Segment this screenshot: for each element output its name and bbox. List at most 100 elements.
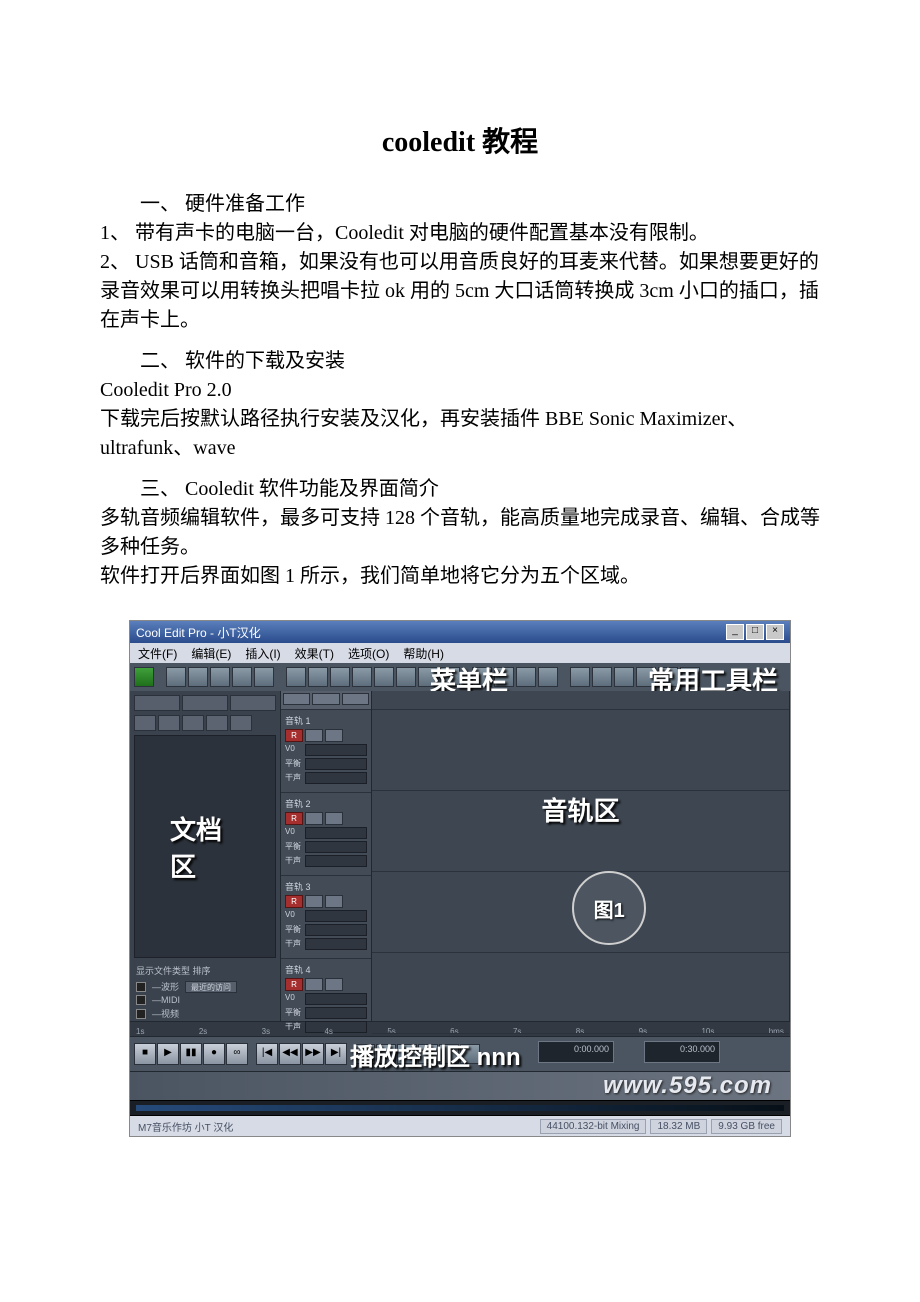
field-label: V0 [285, 993, 303, 1005]
app-screenshot: Cool Edit Pro - 小T汉化 _ □ × 文件(F) 编辑(E) 插… [130, 621, 790, 1136]
field-value[interactable] [305, 758, 367, 770]
toolbar-button[interactable] [210, 667, 230, 687]
maximize-button[interactable]: □ [746, 624, 764, 640]
file-panel-button[interactable] [134, 715, 156, 731]
field-value[interactable] [305, 1021, 367, 1033]
track-lanes-area[interactable]: 音轨区 图1 [372, 691, 790, 1021]
menu-insert[interactable]: 插入(I) [245, 645, 280, 662]
sort-field[interactable]: 最近的访问 [185, 981, 237, 993]
field-label: 平衡 [285, 924, 303, 936]
toolbar-button[interactable] [330, 667, 350, 687]
file-panel-button[interactable] [158, 715, 180, 731]
close-button[interactable]: × [766, 624, 784, 640]
checkbox-wave[interactable] [136, 982, 146, 992]
track-lane[interactable] [372, 953, 789, 1034]
toolbar-button[interactable] [232, 667, 252, 687]
field-label: 平衡 [285, 841, 303, 853]
mute-button[interactable] [325, 895, 343, 908]
file-type-midi: —MIDI [152, 995, 180, 1005]
solo-button[interactable] [305, 812, 323, 825]
toolbar: 菜单栏 常用工具栏 [130, 663, 790, 691]
file-panel-tab[interactable] [230, 695, 276, 711]
go-end-button[interactable]: ▶| [325, 1043, 347, 1065]
menu-edit[interactable]: 编辑(E) [191, 645, 231, 662]
toolbar-button[interactable] [374, 667, 394, 687]
menu-effect[interactable]: 效果(T) [295, 645, 334, 662]
forward-button[interactable]: ▶▶ [302, 1043, 324, 1065]
solo-button[interactable] [305, 978, 323, 991]
toolbar-button[interactable] [286, 667, 306, 687]
toolbar-button[interactable] [418, 667, 438, 687]
toolbar-button[interactable] [658, 667, 678, 687]
track-title: 音轨 3 [285, 880, 367, 893]
toolbar-button[interactable] [188, 667, 208, 687]
file-panel-button[interactable] [182, 715, 204, 731]
file-panel-button[interactable] [206, 715, 228, 731]
section-1-heading: 一、 硬件准备工作 [100, 190, 820, 219]
checkbox-midi[interactable] [136, 995, 146, 1005]
record-button[interactable]: ● [203, 1043, 225, 1065]
file-panel-tab[interactable] [134, 695, 180, 711]
image-watermark: www.595.com [130, 1071, 790, 1100]
mute-button[interactable] [325, 978, 343, 991]
toolbar-button[interactable] [614, 667, 634, 687]
toolbar-button[interactable] [308, 667, 328, 687]
menu-options[interactable]: 选项(O) [348, 645, 389, 662]
toolbar-button[interactable] [166, 667, 186, 687]
toolbar-button[interactable] [516, 667, 536, 687]
menu-file[interactable]: 文件(F) [138, 645, 177, 662]
toolbar-button[interactable] [680, 667, 700, 687]
track-strip-button[interactable] [312, 693, 339, 705]
record-arm-button[interactable]: R [285, 729, 303, 742]
toolbar-button[interactable] [440, 667, 460, 687]
toolbar-button[interactable] [472, 667, 492, 687]
track-control: 音轨 3 R V0 平衡 干声 [281, 876, 371, 959]
field-value[interactable] [305, 841, 367, 853]
menu-help[interactable]: 帮助(H) [403, 645, 444, 662]
field-value[interactable] [305, 910, 367, 922]
stop-button[interactable]: ■ [134, 1043, 156, 1065]
transport-bar: ■ ▶ ▮▮ ● ∞ |◀ ◀◀ ▶▶ ▶| 播放控制区 nnn [130, 1036, 790, 1071]
field-value[interactable] [305, 993, 367, 1005]
file-panel-tab[interactable] [182, 695, 228, 711]
record-arm-button[interactable]: R [285, 812, 303, 825]
field-value[interactable] [305, 744, 367, 756]
field-value[interactable] [305, 772, 367, 784]
toolbar-button[interactable] [134, 667, 154, 687]
toolbar-button[interactable] [538, 667, 558, 687]
toolbar-button[interactable] [592, 667, 612, 687]
play-button[interactable]: ▶ [157, 1043, 179, 1065]
field-value[interactable] [305, 855, 367, 867]
minimize-button[interactable]: _ [726, 624, 744, 640]
toolbar-button[interactable] [396, 667, 416, 687]
field-label: V0 [285, 910, 303, 922]
mute-button[interactable] [325, 812, 343, 825]
track-control: 音轨 2 R V0 平衡 干声 [281, 793, 371, 876]
loop-button[interactable]: ∞ [226, 1043, 248, 1065]
pause-button[interactable]: ▮▮ [180, 1043, 202, 1065]
track-strip-button[interactable] [342, 693, 369, 705]
record-arm-button[interactable]: R [285, 978, 303, 991]
rewind-button[interactable]: ◀◀ [279, 1043, 301, 1065]
go-start-button[interactable]: |◀ [256, 1043, 278, 1065]
solo-button[interactable] [305, 895, 323, 908]
solo-button[interactable] [305, 729, 323, 742]
toolbar-button[interactable] [636, 667, 656, 687]
record-arm-button[interactable]: R [285, 895, 303, 908]
field-value[interactable] [305, 1007, 367, 1019]
toolbar-button[interactable] [570, 667, 590, 687]
file-panel-button[interactable] [230, 715, 252, 731]
toolbar-button[interactable] [494, 667, 514, 687]
checkbox-video[interactable] [136, 1009, 146, 1019]
track-lane[interactable] [372, 710, 789, 791]
toolbar-button[interactable] [254, 667, 274, 687]
toolbar-button[interactable] [352, 667, 372, 687]
file-list-area[interactable]: 文档区 [134, 735, 276, 958]
field-value[interactable] [305, 938, 367, 950]
field-value[interactable] [305, 924, 367, 936]
menu-bar: 文件(F) 编辑(E) 插入(I) 效果(T) 选项(O) 帮助(H) [130, 643, 790, 663]
track-strip-button[interactable] [283, 693, 310, 705]
field-value[interactable] [305, 827, 367, 839]
status-mixing: 44100.132-bit Mixing [540, 1119, 647, 1134]
mute-button[interactable] [325, 729, 343, 742]
